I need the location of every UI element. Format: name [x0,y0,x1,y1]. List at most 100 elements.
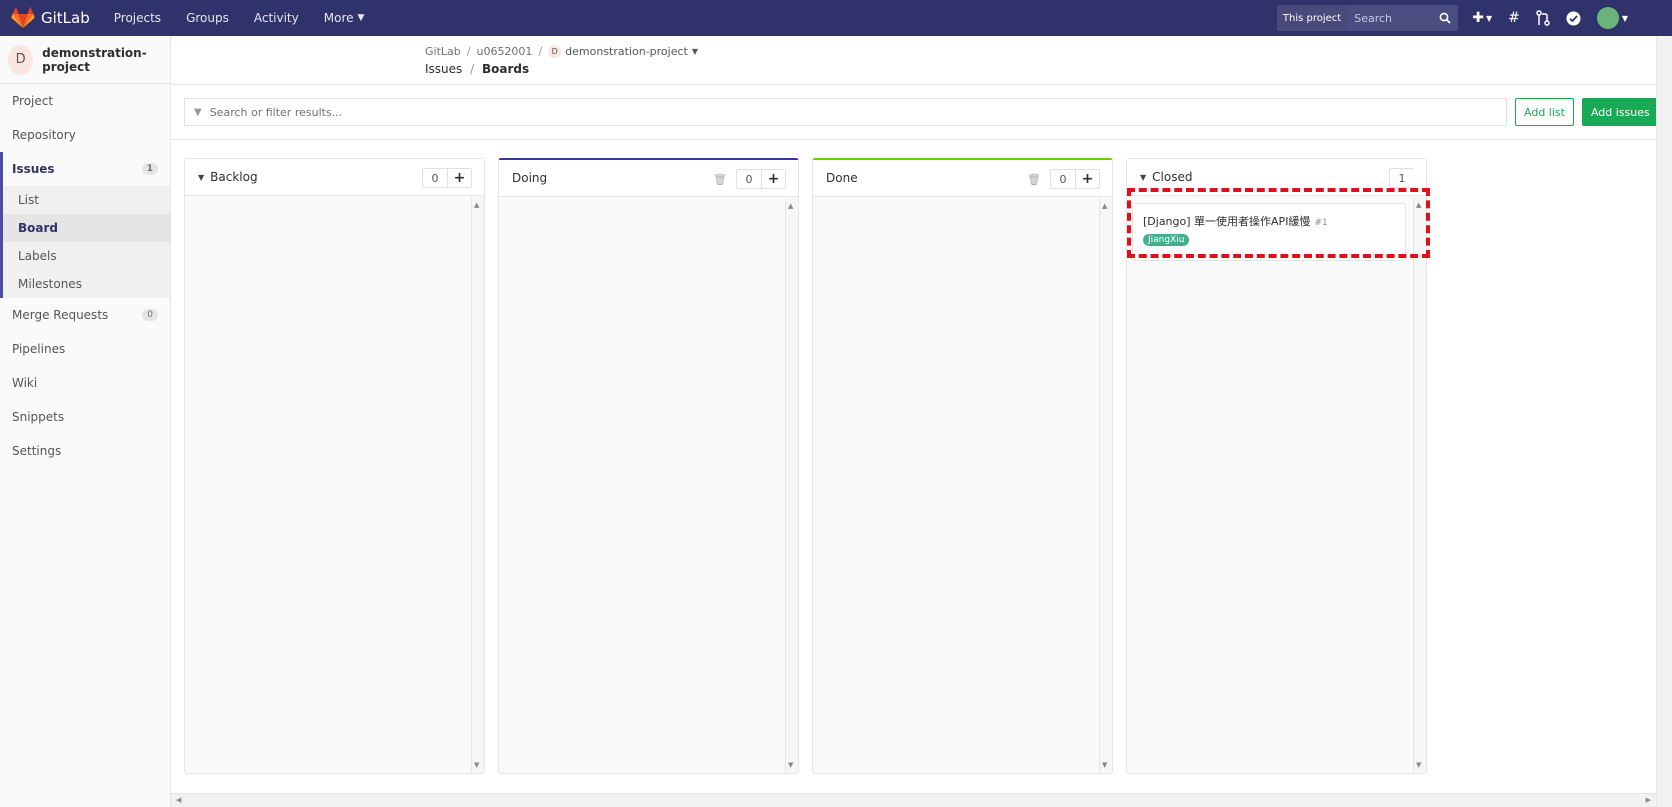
nav-more-label: More [323,11,354,25]
sidebar-item-merge-requests[interactable]: Merge Requests 0 [0,298,170,332]
breadcrumb-section[interactable]: Issues [425,62,462,76]
scroll-up-icon[interactable]: ▲ [474,201,479,209]
issues-count-badge: 1 [141,163,158,175]
filter-placeholder: Search or filter results... [209,105,343,119]
board-list-done: Done 🗑 0 + ▲ ▼ [812,158,1113,774]
board-scrollbar[interactable]: ▲ ▼ [785,198,798,773]
board-title: Closed [1152,170,1193,184]
sidebar-item-repository[interactable]: Repository [0,118,170,152]
sidebar-project-header[interactable]: D demonstration-project [0,36,170,84]
nav-projects[interactable]: Projects [114,11,161,25]
breadcrumb-separator: / [470,62,475,76]
add-issue-plus-button[interactable]: + [1075,170,1099,188]
scroll-down-icon[interactable]: ▼ [788,761,793,769]
horizontal-scrollbar[interactable]: ◀ ▶ [171,793,1656,807]
add-list-button[interactable]: Add list [1515,98,1574,126]
board-body: ▲ ▼ [185,197,484,773]
sidebar-item-label: Repository [12,128,76,142]
add-issue-plus-button[interactable]: + [447,169,471,187]
scroll-up-icon[interactable]: ▲ [1102,202,1107,210]
sidebar-item-wiki[interactable]: Wiki [0,366,170,400]
sidebar-item-label: Issues [12,162,55,176]
breadcrumb-root[interactable]: GitLab [425,45,461,58]
sidebar-item-pipelines[interactable]: Pipelines [0,332,170,366]
issue-count-group: 0 + [1050,169,1100,189]
breadcrumb-separator: / [538,45,543,58]
scroll-down-icon[interactable]: ▼ [474,761,479,769]
sidebar-item-label: Pipelines [12,342,66,356]
breadcrumb-project-avatar: D [548,45,562,58]
board-title: Doing [512,171,548,185]
top-navbar: GitLab Projects Groups Activity More ▼ Th… [0,0,1672,36]
sidebar-subitem-labels[interactable]: Labels [3,242,170,270]
issue-count-group: 0 + [736,169,786,189]
scroll-right-icon[interactable]: ▶ [1646,796,1651,804]
issues-submenu: List Board Labels Milestones [0,186,170,298]
merge-requests-count-badge: 0 [142,309,158,321]
breadcrumb-user[interactable]: u0652001 [476,45,532,58]
sidebar-item-project[interactable]: Project [0,84,170,118]
board-scrollbar[interactable]: ▲ ▼ [1413,197,1426,773]
board-header: Done 🗑 0 + [813,160,1112,197]
issue-count: 0 [1059,172,1067,186]
project-sidebar: D demonstration-project Project Reposito… [0,36,171,807]
trash-icon[interactable]: 🗑 [713,173,727,186]
board-header: ▼ Backlog 0 + [185,159,484,196]
page-vertical-scrollbar[interactable] [1656,36,1672,807]
issue-count-group: 0 + [422,168,472,188]
merge-request-icon[interactable] [1536,10,1550,26]
chevron-down-icon: ▼ [691,47,699,56]
brand-name: GitLab [41,9,90,27]
user-avatar [1596,7,1619,29]
sidebar-item-label: Wiki [12,376,38,390]
breadcrumb-project-name: demonstration-project [565,45,688,58]
add-issues-button[interactable]: Add issues [1581,98,1659,126]
sidebar-item-label: Project [12,94,54,108]
board-header: Doing 🗑 0 + [499,160,798,197]
nav-groups[interactable]: Groups [186,11,229,25]
chevron-down-icon: ▼ [357,13,365,23]
search-input[interactable]: Search [1347,5,1459,31]
breadcrumb: GitLab / u0652001 / D demonstration-proj… [171,36,1672,85]
sidebar-subitem-list[interactable]: List [3,186,170,214]
scroll-left-icon[interactable]: ◀ [176,796,181,804]
nav-more[interactable]: More ▼ [324,11,365,25]
issue-count: 0 [431,171,439,185]
sidebar-item-issues[interactable]: Issues 1 [0,152,170,186]
gitlab-logo[interactable]: GitLab [11,7,90,29]
scroll-down-icon[interactable]: ▼ [1416,761,1421,769]
collapse-caret-icon[interactable]: ▼ [1140,173,1146,182]
breadcrumb-project[interactable]: D demonstration-project ▼ [548,45,698,58]
board-list-doing: Doing 🗑 0 + ▲ ▼ [498,158,799,774]
new-plus-icon[interactable]: ✚ ▼ [1472,10,1492,26]
gitlab-tanuki-icon [11,7,35,28]
board-title: Backlog [210,170,258,184]
sidebar-item-label: Settings [12,444,62,458]
user-menu[interactable]: ▼ [1596,7,1628,29]
scroll-down-icon[interactable]: ▼ [1102,761,1107,769]
issue-count: 1 [1398,171,1406,185]
add-issue-plus-button[interactable]: + [761,170,785,188]
filter-search-input[interactable]: ▼ Search or filter results... [184,98,1507,126]
search-scope-badge[interactable]: This project [1276,5,1348,31]
board-body: ▲ ▼ [813,198,1112,773]
filter-icon: ▼ [194,106,202,118]
board-body: ▲ ▼ [499,198,798,773]
board-scrollbar[interactable]: ▲ ▼ [471,197,484,773]
trash-icon[interactable]: 🗑 [1027,173,1041,186]
todos-check-icon[interactable] [1566,11,1581,26]
board-list-backlog: ▼ Backlog 0 + ▲ ▼ [184,158,485,774]
collapse-caret-icon[interactable]: ▼ [198,173,204,182]
sidebar-subitem-milestones[interactable]: Milestones [3,270,170,298]
nav-activity[interactable]: Activity [254,11,299,25]
board-scrollbar[interactable]: ▲ ▼ [1099,198,1112,773]
project-avatar: D [8,44,34,75]
issue-count: 0 [745,172,753,186]
project-name: demonstration-project [42,45,147,74]
issue-count-group: 1 [1389,168,1414,188]
sidebar-item-snippets[interactable]: Snippets [0,400,170,434]
sidebar-item-settings[interactable]: Settings [0,434,170,468]
sidebar-subitem-board[interactable]: Board [3,214,170,242]
issues-hash-icon[interactable]: # [1508,10,1520,26]
scroll-up-icon[interactable]: ▲ [788,202,793,210]
